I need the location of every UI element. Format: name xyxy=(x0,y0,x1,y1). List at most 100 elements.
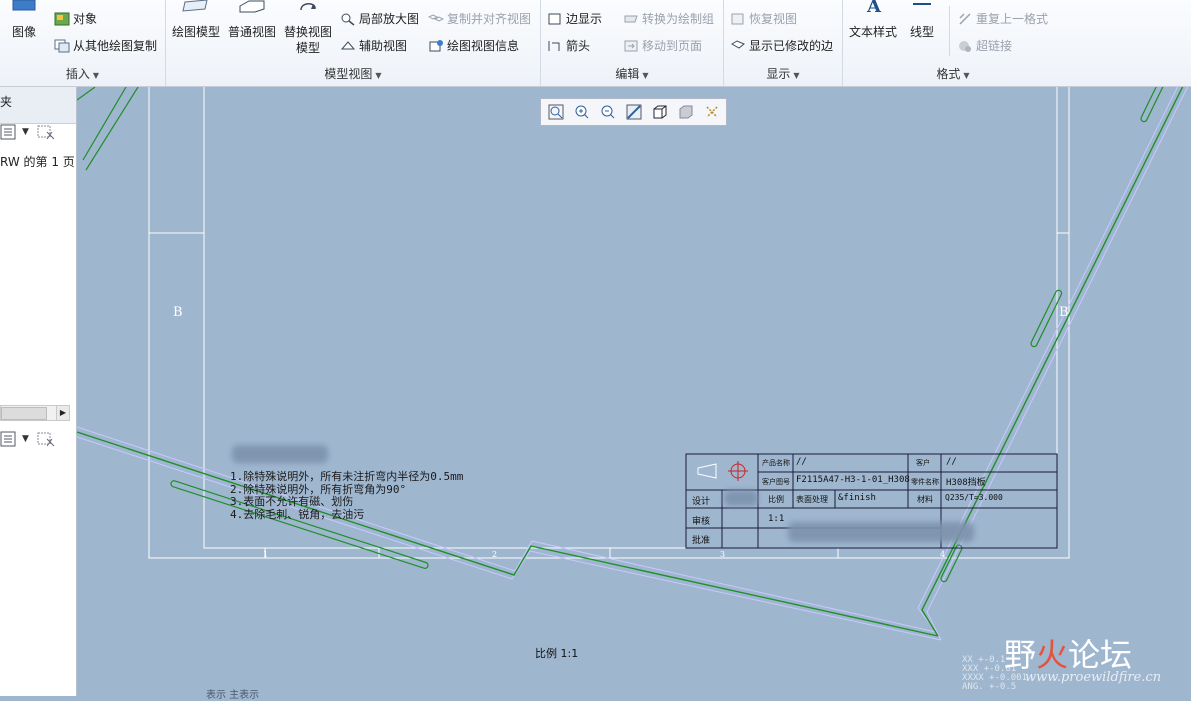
drawing-model-icon xyxy=(182,0,208,12)
edit-group-label[interactable]: 编辑 ▼ xyxy=(541,65,723,82)
text-style-button[interactable]: A 文本样式 xyxy=(849,0,897,40)
zoom-in-icon[interactable] xyxy=(571,102,593,122)
chevron-down-icon[interactable]: ▼ xyxy=(22,127,29,137)
horizontal-scrollbar[interactable]: ▶ xyxy=(0,405,70,421)
restore-view-button[interactable]: 恢复视图 xyxy=(730,10,797,27)
redacted-note-title xyxy=(232,445,328,463)
model-views-group: 绘图模型 普通视图 替换视图 模型 局部放大图 复制并对齐视图 辅助视图 绘图视… xyxy=(166,0,541,86)
detail-view-icon xyxy=(341,13,355,26)
zone-number: 4 xyxy=(940,550,945,559)
aux-view-icon xyxy=(340,40,356,49)
move-page-icon xyxy=(624,40,638,51)
alt-view-icon xyxy=(300,3,316,11)
drawing-model-button[interactable]: 绘图模型 xyxy=(172,0,220,40)
title-customer-drawing-value: F2115A47-H3-1-01_H308 xyxy=(796,475,910,485)
display-group-label[interactable]: 显示 ▼ xyxy=(724,65,842,82)
display-style-icon[interactable] xyxy=(649,102,671,122)
list-view-icon[interactable] xyxy=(0,430,18,448)
tree-item-sheet[interactable]: RW 的第 1 页 xyxy=(0,153,75,170)
copy-drawing-icon xyxy=(54,39,70,52)
view-toolbar xyxy=(540,98,727,126)
line-style-button[interactable]: 线型 xyxy=(907,0,937,40)
left-panel: 夹 ▼ RW 的第 1 页 ▶ ▼ xyxy=(0,87,77,696)
insert-group-label[interactable]: 插入 ▼ xyxy=(0,65,165,82)
tolerance-row: ANG. +-0.5 xyxy=(962,682,1017,692)
title-customer-drawing-label: 客户图号 xyxy=(762,478,790,486)
object-icon xyxy=(54,12,70,25)
restore-view-icon xyxy=(731,13,744,24)
general-view-icon xyxy=(239,0,265,13)
copy-align-icon xyxy=(428,13,444,22)
arrow-icon xyxy=(548,40,560,51)
title-product-name-value: // xyxy=(796,457,807,467)
hyperlink-button[interactable]: 超链接 xyxy=(957,37,1012,54)
title-scale-label: 比例 xyxy=(768,495,784,504)
zoom-out-icon[interactable] xyxy=(597,102,619,122)
title-surface-value: &finish xyxy=(838,493,876,503)
view-scale-text: 比例 1:1 xyxy=(535,647,579,660)
chevron-down-icon[interactable]: ▼ xyxy=(22,434,29,444)
title-part-name-label: 零件名称 xyxy=(911,478,939,486)
format-divider xyxy=(949,6,950,56)
repaint-icon[interactable] xyxy=(623,102,645,122)
filter-icon[interactable] xyxy=(37,123,57,141)
repeat-format-icon xyxy=(959,12,971,25)
aux-view-button[interactable]: 辅助视图 xyxy=(340,37,407,54)
scrollbar-thumb[interactable] xyxy=(1,407,47,420)
datum-display-icon[interactable] xyxy=(701,102,723,122)
technical-notes: 1.除特殊说明外，所有未注折弯内半径为0.5mm 2.除特殊说明外，所有折弯角为… xyxy=(230,470,464,521)
list-view-icon[interactable] xyxy=(0,123,18,141)
display-group: 恢复视图 显示已修改的边 显示 ▼ xyxy=(724,0,843,86)
model-views-group-label[interactable]: 模型视图 ▼ xyxy=(166,65,540,82)
title-product-name-label: 产品名称 xyxy=(762,459,790,467)
drawing-canvas[interactable]: B B 1 2 3 4 xyxy=(77,87,1191,696)
zone-label-right: B xyxy=(1059,305,1069,320)
redacted-title-info xyxy=(788,522,974,542)
edge-display-icon xyxy=(548,13,561,24)
title-review-label: 审核 xyxy=(692,517,711,527)
show-modified-edges-button[interactable]: 显示已修改的边 xyxy=(730,37,833,54)
note-line: 3.表面不允许有磁、划伤 xyxy=(230,495,354,508)
detail-view-button[interactable]: 局部放大图 xyxy=(340,10,419,27)
filter-icon[interactable] xyxy=(37,430,57,448)
title-surface-label: 表面处理 xyxy=(796,495,828,504)
note-line: 1.除特殊说明外，所有未注折弯内半径为0.5mm xyxy=(230,470,464,483)
left-panel-title: 夹 xyxy=(0,95,13,109)
saved-views-icon[interactable] xyxy=(675,102,697,122)
left-panel-header: 夹 xyxy=(0,87,76,124)
svg-text:A: A xyxy=(866,0,882,17)
ribbon: 图像 对象 从其他绘图复制 插入 ▼ 绘图模型 普通视图 替换视图 模型 局部放… xyxy=(0,0,1191,87)
copy-from-drawing-button[interactable]: 从其他绘图复制 xyxy=(54,37,157,54)
copy-align-view-button[interactable]: 复制并对齐视图 xyxy=(428,10,531,27)
move-to-page-button[interactable]: 移动到页面 xyxy=(623,37,702,54)
object-button[interactable]: 对象 xyxy=(54,10,97,27)
layer-toolbar-top: ▼ xyxy=(0,123,57,141)
title-part-name-value: H308挡板 xyxy=(946,478,986,488)
representation-status: 表示 主表示 xyxy=(206,690,260,701)
scroll-right-arrow[interactable]: ▶ xyxy=(56,406,69,420)
layer-toolbar-bottom: ▼ xyxy=(0,430,57,448)
general-view-button[interactable]: 普通视图 xyxy=(228,0,276,40)
zone-number: 3 xyxy=(720,550,725,559)
watermark-url: www.proewildfire.cn xyxy=(1025,670,1162,685)
image-label: 图像 xyxy=(11,25,36,39)
edit-group: 边显示 转换为绘制组 箭头 移动到页面 编辑 ▼ xyxy=(541,0,724,86)
format-group: A 文本样式 线型 重复上一格式 超链接 格式 ▼ xyxy=(843,0,1063,86)
title-customer-label: 客户 xyxy=(916,459,930,467)
zoom-fit-icon[interactable] xyxy=(545,102,567,122)
convert-to-group-button[interactable]: 转换为绘制组 xyxy=(623,10,714,27)
format-group-label[interactable]: 格式 ▼ xyxy=(843,65,1063,82)
insert-group: 图像 对象 从其他绘图复制 插入 ▼ xyxy=(0,0,166,86)
title-scale-value: 1:1 xyxy=(768,514,785,524)
zone-label-left: B xyxy=(173,305,183,320)
image-icon xyxy=(12,0,36,11)
text-style-icon: A xyxy=(866,0,882,17)
zone-number: 2 xyxy=(492,550,497,559)
view-info-button[interactable]: 绘图视图信息 xyxy=(428,37,519,54)
arrow-button[interactable]: 箭头 xyxy=(547,37,590,54)
image-button[interactable]: 图像 xyxy=(10,0,38,40)
edge-display-button[interactable]: 边显示 xyxy=(547,10,602,27)
repeat-format-button[interactable]: 重复上一格式 xyxy=(957,10,1048,27)
alt-view-button[interactable]: 替换视图 模型 xyxy=(284,0,332,56)
zone-number: 1 xyxy=(263,550,268,559)
